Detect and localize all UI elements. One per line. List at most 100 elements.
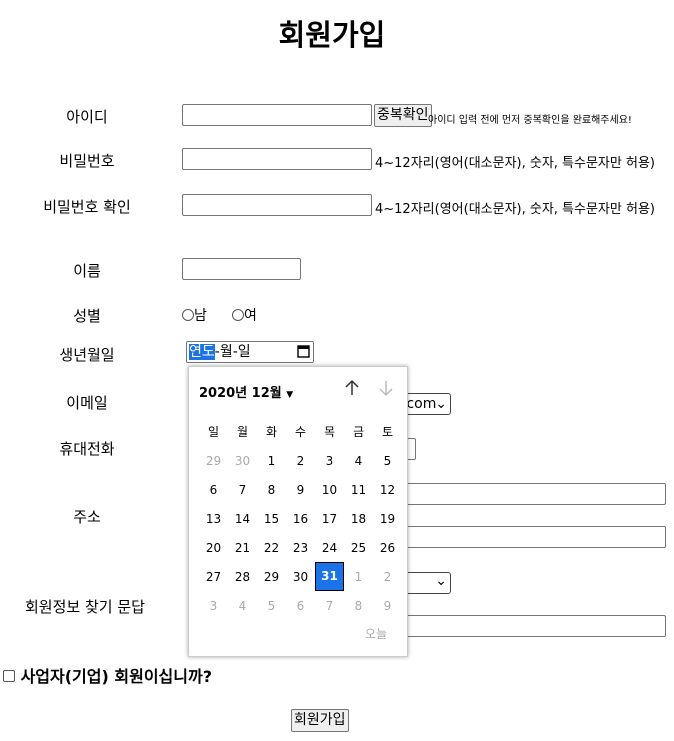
calendar-day[interactable]: 7 (315, 599, 344, 613)
business-member-label: 사업자(기업) 회원이십니까? (20, 667, 212, 686)
calendar-day[interactable]: 29 (257, 570, 286, 584)
calendar-day[interactable]: 3 (315, 454, 344, 468)
calendar-day[interactable]: 2 (373, 570, 402, 584)
birth-label: 생년월일 (59, 346, 115, 364)
calendar-day-selected[interactable]: 31 (315, 562, 344, 591)
password-confirm-hint: 4~12자리(영어(대소문자), 숫자, 특수문자만 허용) (375, 202, 655, 217)
calendar-day[interactable]: 6 (199, 483, 228, 497)
id-label: 아이디 (66, 108, 108, 126)
calendar-day[interactable]: 22 (257, 541, 286, 555)
calendar-day[interactable]: 12 (373, 483, 402, 497)
calendar-day[interactable]: 8 (344, 599, 373, 613)
weekday-label: 화 (265, 425, 278, 439)
calendar-day[interactable]: 18 (344, 512, 373, 526)
password-input[interactable] (182, 148, 372, 170)
gender-male-radio[interactable] (182, 309, 194, 321)
id-check-button[interactable]: 중복확인 (374, 104, 432, 127)
birth-date-input[interactable]: 연도-월-일 (186, 341, 314, 363)
page-title: 회원가입 (278, 18, 386, 52)
calendar-month-selector[interactable]: 2020년 12월 ▼ (199, 382, 293, 401)
arrow-down-icon[interactable] (378, 379, 394, 402)
password-hint: 4~12자리(영어(대소문자), 숫자, 특수문자만 허용) (375, 156, 655, 171)
weekday-label: 목 (323, 425, 336, 439)
calendar-day[interactable]: 9 (373, 599, 402, 613)
calendar-day[interactable]: 19 (373, 512, 402, 526)
calendar-day[interactable]: 1 (257, 454, 286, 468)
submit-button[interactable]: 회원가입 (291, 709, 349, 732)
calendar-day[interactable]: 5 (257, 599, 286, 613)
gender-option-female[interactable]: 여 (232, 305, 257, 325)
calendar-day[interactable]: 13 (199, 512, 228, 526)
weekday-label: 수 (294, 425, 307, 439)
id-hint: 아이디 입력 전에 먼저 중복확인을 완료해주세요! (428, 115, 632, 126)
calendar-day[interactable]: 10 (315, 483, 344, 497)
calendar-week: 29 30 1 2 3 4 5 (199, 446, 402, 475)
calendar-day[interactable]: 14 (228, 512, 257, 526)
calendar-day[interactable]: 23 (286, 541, 315, 555)
address-input-1[interactable] (398, 483, 666, 505)
calendar-week: 27 28 29 30 31 1 2 (199, 562, 402, 591)
gender-female-radio[interactable] (232, 309, 244, 321)
calendar-day[interactable]: 30 (228, 454, 257, 468)
calendar-week: 3 4 5 6 7 8 9 (199, 591, 402, 620)
gender-option-male[interactable]: 남 (182, 305, 207, 325)
date-month-segment[interactable]: 월 (220, 344, 233, 360)
calendar-weekday-row: 일 월 화 수 목 금 토 (199, 417, 402, 446)
name-input[interactable] (182, 258, 301, 280)
arrow-up-icon[interactable] (344, 379, 360, 402)
recovery-label: 회원정보 찾기 문답 (25, 598, 145, 616)
calendar-day[interactable]: 4 (344, 454, 373, 468)
calendar-day[interactable]: 16 (286, 512, 315, 526)
weekday-label: 월 (236, 425, 249, 439)
gender-label: 성별 (73, 307, 101, 325)
calendar-day[interactable]: 3 (199, 599, 228, 613)
business-member-checkbox[interactable] (3, 670, 15, 682)
name-label: 이름 (73, 262, 101, 280)
date-day-segment[interactable]: 일 (238, 344, 251, 360)
password-label: 비밀번호 (59, 152, 115, 170)
caret-down-icon: ▼ (286, 390, 294, 400)
weekday-label: 토 (381, 425, 394, 439)
calendar-day[interactable]: 17 (315, 512, 344, 526)
calendar-day[interactable]: 15 (257, 512, 286, 526)
weekday-label: 일 (207, 425, 220, 439)
calendar-day[interactable]: 11 (344, 483, 373, 497)
gender-male-label: 남 (194, 308, 207, 324)
phone-label: 휴대전화 (59, 440, 115, 458)
calendar-day[interactable]: 24 (315, 541, 344, 555)
password-confirm-label: 비밀번호 확인 (43, 198, 131, 216)
calendar-day[interactable]: 2 (286, 454, 315, 468)
calendar-day[interactable]: 25 (344, 541, 373, 555)
recovery-answer-input[interactable] (398, 615, 666, 637)
calendar-day[interactable]: 30 (286, 570, 315, 584)
calendar-icon[interactable] (297, 344, 310, 364)
calendar-day[interactable]: 6 (286, 599, 315, 613)
id-input[interactable] (182, 104, 372, 126)
calendar-day[interactable]: 20 (199, 541, 228, 555)
calendar-day[interactable]: 29 (199, 454, 228, 468)
email-label: 이메일 (66, 394, 108, 412)
calendar-week: 6 7 8 9 10 11 12 (199, 475, 402, 504)
address-label: 주소 (73, 508, 101, 526)
date-year-segment[interactable]: 연도 (189, 344, 215, 360)
chevron-down-icon: ⌄ (435, 573, 447, 589)
weekday-label: 금 (352, 425, 365, 439)
password-confirm-input[interactable] (182, 194, 372, 216)
calendar-day[interactable]: 4 (228, 599, 257, 613)
calendar-day[interactable]: 5 (373, 454, 402, 468)
calendar-today-button[interactable]: 오늘 (365, 625, 387, 642)
calendar-month-label: 2020년 12월 (199, 386, 282, 401)
business-member-row[interactable]: 사업자(기업) 회원이십니까? (3, 663, 212, 687)
calendar-day[interactable]: 9 (286, 483, 315, 497)
calendar-day[interactable]: 28 (228, 570, 257, 584)
date-picker-popup: 2020년 12월 ▼ 일 월 화 수 목 금 토 29 30 1 2 3 4 … (188, 366, 408, 657)
calendar-day[interactable]: 8 (257, 483, 286, 497)
address-input-2[interactable] (398, 526, 666, 548)
calendar-day[interactable]: 26 (373, 541, 402, 555)
gender-female-label: 여 (244, 308, 257, 324)
calendar-day[interactable]: 27 (199, 570, 228, 584)
calendar-day[interactable]: 7 (228, 483, 257, 497)
calendar-grid: 일 월 화 수 목 금 토 29 30 1 2 3 4 5 6 7 8 9 10… (199, 417, 402, 620)
calendar-day[interactable]: 1 (344, 570, 373, 584)
calendar-day[interactable]: 21 (228, 541, 257, 555)
